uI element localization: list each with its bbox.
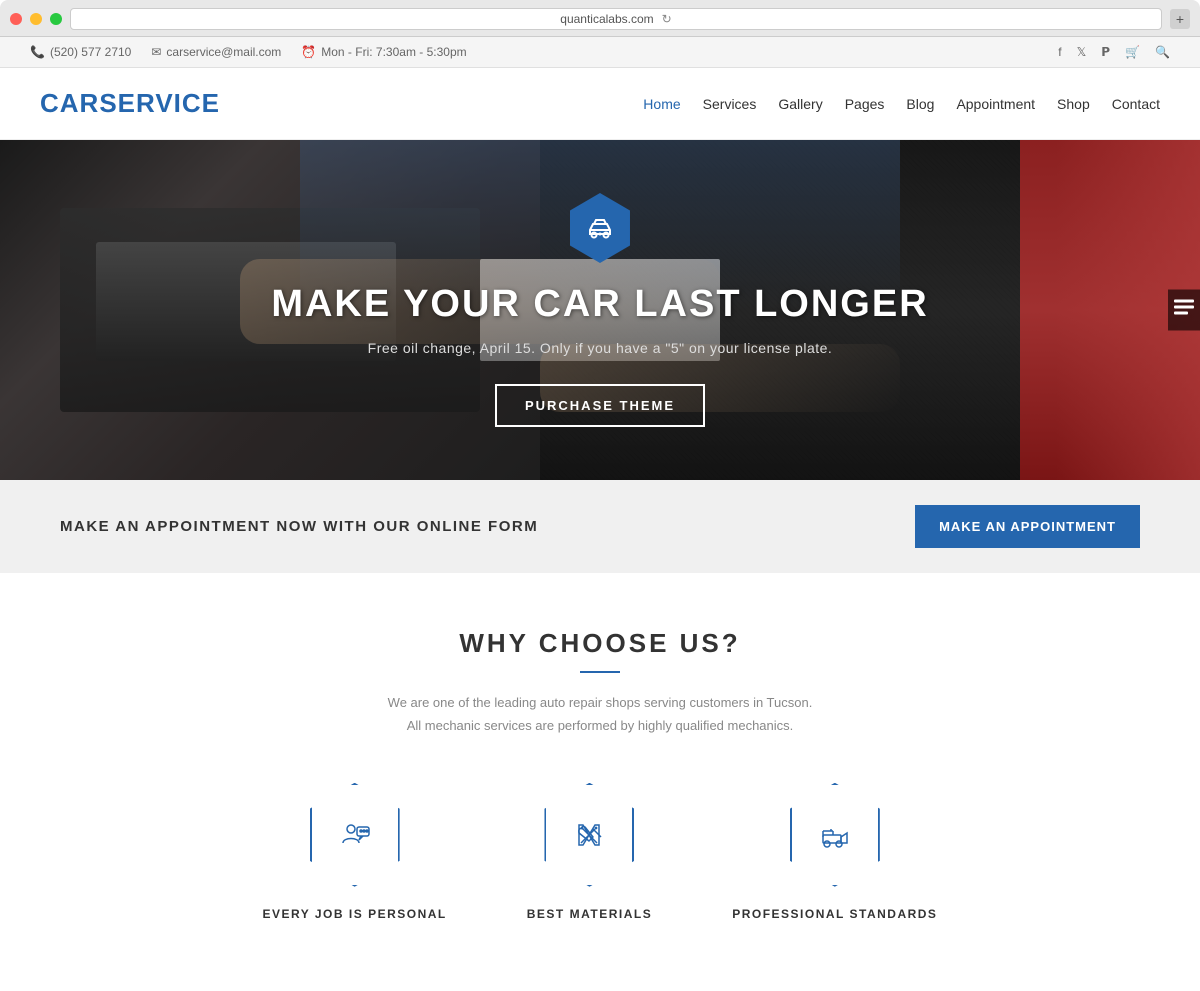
- nav-shop[interactable]: Shop: [1057, 96, 1090, 112]
- hero-subtitle: Free oil change, April 15. Only if you h…: [271, 340, 928, 356]
- new-tab-button[interactable]: +: [1170, 9, 1190, 29]
- hero-content: MAKE YOUR CAR LAST LONGER Free oil chang…: [271, 193, 928, 427]
- feature-materials: BEST MATERIALS: [527, 783, 652, 921]
- twitter-icon[interactable]: 𝕏: [1077, 45, 1087, 59]
- cart-icon[interactable]: 🛒: [1125, 45, 1140, 59]
- clock-icon: ⏰: [301, 45, 316, 59]
- top-bar: 📞 (520) 577 2710 ✉ carservice@mail.com ⏰…: [0, 37, 1200, 68]
- search-icon[interactable]: 🔍: [1155, 45, 1170, 59]
- facebook-icon[interactable]: f: [1058, 45, 1061, 59]
- feature-standards-label: PROFESSIONAL STANDARDS: [732, 907, 937, 921]
- nav-services[interactable]: Services: [703, 96, 757, 112]
- why-subtitle-line1: We are one of the leading auto repair sh…: [388, 695, 813, 710]
- why-divider: [580, 671, 620, 673]
- refresh-icon[interactable]: ↻: [662, 12, 672, 26]
- nav-gallery[interactable]: Gallery: [778, 96, 822, 112]
- hero-section: MAKE YOUR CAR LAST LONGER Free oil chang…: [0, 140, 1200, 480]
- hero-title: MAKE YOUR CAR LAST LONGER: [271, 283, 928, 326]
- address-bar[interactable]: quanticalabs.com ↻: [70, 8, 1162, 30]
- feature-standards: PROFESSIONAL STANDARDS: [732, 783, 937, 921]
- url-text: quanticalabs.com: [560, 12, 653, 26]
- why-title: WHY CHOOSE US?: [60, 628, 1140, 659]
- tools-icon: [573, 819, 605, 851]
- appointment-banner: MAKE AN APPOINTMENT NOW WITH OUR ONLINE …: [0, 480, 1200, 573]
- hexagon-standards: [790, 783, 880, 887]
- why-subtitle: We are one of the leading auto repair sh…: [350, 691, 850, 738]
- feature-personal: EVERY JOB IS PERSONAL: [263, 783, 447, 921]
- tow-truck-icon: [819, 819, 851, 851]
- header: CARSERVICE Home Services Gallery Pages B…: [0, 68, 1200, 140]
- minimize-dot[interactable]: [30, 13, 42, 25]
- side-widget[interactable]: [1168, 290, 1200, 331]
- person-chat-icon: [339, 819, 371, 851]
- phone-item: 📞 (520) 577 2710: [30, 45, 131, 59]
- appointment-banner-text: MAKE AN APPOINTMENT NOW WITH OUR ONLINE …: [60, 518, 538, 535]
- maximize-dot[interactable]: [50, 13, 62, 25]
- top-bar-right: f 𝕏 𝗣 🛒 🔍: [1058, 45, 1170, 59]
- hours-text: Mon - Fri: 7:30am - 5:30pm: [321, 45, 466, 59]
- phone-text: (520) 577 2710: [50, 45, 131, 59]
- make-appointment-button[interactable]: MAKE AN APPOINTMENT: [915, 505, 1140, 548]
- purchase-theme-button[interactable]: PURCHASE THEME: [495, 384, 705, 427]
- nav-appointment[interactable]: Appointment: [956, 96, 1035, 112]
- browser-chrome: quanticalabs.com ↻ +: [0, 0, 1200, 37]
- hexagon-personal: [310, 783, 400, 887]
- feature-personal-label: EVERY JOB IS PERSONAL: [263, 907, 447, 921]
- why-subtitle-line2: All mechanic services are performed by h…: [407, 718, 794, 733]
- pinterest-icon[interactable]: 𝗣: [1101, 45, 1110, 59]
- feature-materials-label: BEST MATERIALS: [527, 907, 652, 921]
- features-row: EVERY JOB IS PERSONAL BEST MATERIALS: [60, 783, 1140, 951]
- nav-blog[interactable]: Blog: [906, 96, 934, 112]
- hero-car-icon: [570, 193, 630, 263]
- email-icon: ✉: [151, 45, 161, 59]
- nav: Home Services Gallery Pages Blog Appoint…: [643, 96, 1160, 112]
- phone-icon: 📞: [30, 45, 45, 59]
- logo[interactable]: CARSERVICE: [40, 88, 220, 119]
- top-bar-left: 📞 (520) 577 2710 ✉ carservice@mail.com ⏰…: [30, 45, 467, 59]
- email-item: ✉ carservice@mail.com: [151, 45, 281, 59]
- hours-item: ⏰ Mon - Fri: 7:30am - 5:30pm: [301, 45, 466, 59]
- close-dot[interactable]: [10, 13, 22, 25]
- nav-pages[interactable]: Pages: [845, 96, 885, 112]
- hexagon-materials: [544, 783, 634, 887]
- why-section: WHY CHOOSE US? We are one of the leading…: [0, 573, 1200, 991]
- nav-home[interactable]: Home: [643, 96, 680, 112]
- nav-contact[interactable]: Contact: [1112, 96, 1160, 112]
- email-text: carservice@mail.com: [166, 45, 281, 59]
